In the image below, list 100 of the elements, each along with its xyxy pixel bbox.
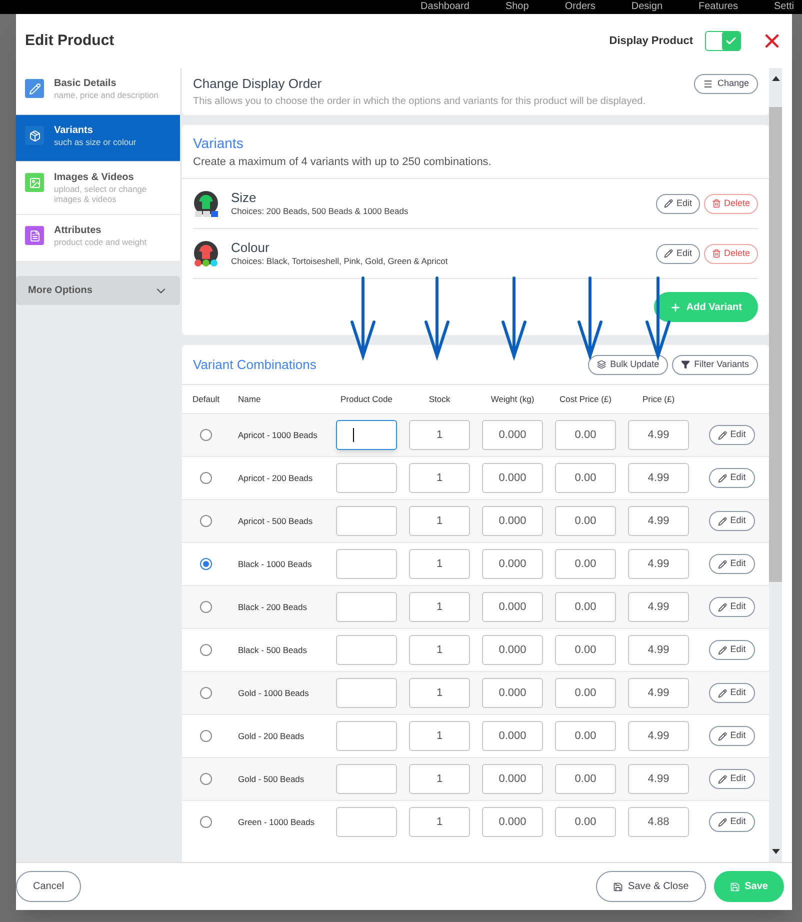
input-field[interactable]: 4.99 [628, 764, 689, 794]
input-field[interactable]: 1 [409, 463, 470, 493]
input-field[interactable]: 1 [409, 549, 470, 579]
input-field[interactable]: 4.99 [628, 420, 689, 450]
input-field[interactable] [336, 549, 397, 579]
input-field[interactable]: 4.99 [628, 678, 689, 708]
input-field[interactable] [336, 764, 397, 794]
input-field[interactable]: 0.000 [482, 764, 543, 794]
column-header: Default [192, 392, 220, 406]
nav-item[interactable]: Features [698, 2, 738, 12]
default-radio[interactable] [200, 730, 212, 742]
variant-name-cell-text: Gold - 500 Beads [237, 772, 306, 786]
pencil-icon [664, 249, 674, 258]
input-field[interactable]: 0.00 [555, 592, 616, 622]
variant-name-cell-text: Gold - 200 Beads [237, 730, 306, 742]
input-field[interactable]: 1 [409, 420, 470, 450]
input-field[interactable]: 1 [409, 635, 470, 665]
layers-icon [597, 360, 606, 369]
edit-button[interactable]: Edit [709, 769, 755, 789]
input-field[interactable] [336, 635, 397, 665]
delete-button[interactable]: Delete [704, 244, 758, 264]
default-radio[interactable] [200, 558, 212, 570]
edit-button[interactable]: Edit [709, 425, 755, 445]
delete-button[interactable]: Delete [704, 194, 758, 214]
input-field[interactable]: 0.000 [482, 592, 543, 622]
input-field[interactable]: 0.00 [555, 506, 616, 536]
default-radio[interactable] [200, 644, 212, 656]
input-field[interactable]: 0.000 [482, 635, 543, 665]
input-field[interactable]: 0.00 [555, 635, 616, 665]
default-radio[interactable] [200, 773, 212, 785]
default-radio[interactable] [200, 429, 212, 441]
edit-button[interactable]: Edit [709, 511, 755, 531]
edit-button[interactable]: Edit [709, 554, 755, 574]
input-field[interactable] [336, 463, 397, 493]
input-field[interactable]: 0.000 [482, 721, 543, 751]
pencil-icon [718, 560, 728, 568]
input-field[interactable]: 0.00 [555, 463, 616, 493]
input-field[interactable]: 0.00 [555, 420, 616, 450]
input-field[interactable] [336, 807, 397, 837]
input-field[interactable]: 4.99 [628, 549, 689, 579]
nav-item[interactable]: Design [631, 2, 663, 12]
variant-name-cell-text: Black - 1000 Beads [237, 558, 313, 570]
input-field[interactable]: 1 [409, 721, 470, 751]
edit-button[interactable]: Edit [656, 244, 700, 264]
section-title: Variant Combinations [193, 356, 316, 374]
input-field[interactable]: 1 [409, 678, 470, 708]
input-field[interactable] [336, 506, 397, 536]
edit-button[interactable]: Edit [709, 812, 755, 832]
default-radio[interactable] [200, 687, 212, 699]
nav-item[interactable]: Shop [505, 2, 529, 12]
nav-item[interactable]: Dashboard [420, 2, 470, 12]
default-radio[interactable] [200, 601, 212, 613]
input-field[interactable]: 0.00 [555, 721, 616, 751]
input-field[interactable]: 0.00 [555, 549, 616, 579]
edit-button[interactable]: Edit [709, 726, 755, 746]
input-field[interactable]: 4.88 [628, 807, 689, 837]
nav-item[interactable]: Orders [564, 2, 596, 12]
edit-button[interactable]: Edit [709, 468, 755, 488]
item-subtitle: name, price and description [54, 90, 158, 100]
input-field[interactable]: 1 [409, 764, 470, 794]
input-field[interactable]: 0.000 [482, 506, 543, 536]
input-field[interactable]: 0.000 [482, 807, 543, 837]
input-field[interactable]: 1 [409, 506, 470, 536]
input-field[interactable]: 4.99 [628, 463, 689, 493]
input-field[interactable]: 0.000 [482, 420, 543, 450]
sidebar-item[interactable]: Basic Details name, price and description [16, 68, 180, 115]
scrollbar[interactable] [769, 68, 782, 862]
input-field[interactable] [336, 721, 397, 751]
default-radio[interactable] [200, 472, 212, 484]
edit-button[interactable]: Edit [709, 683, 755, 703]
input-field[interactable]: 0.00 [555, 764, 616, 794]
nav-item[interactable]: Setti [774, 2, 794, 12]
display-toggle[interactable] [705, 31, 741, 51]
input-field[interactable]: 0.000 [482, 463, 543, 493]
sidebar-item[interactable]: Variants such as size or colour [16, 115, 180, 162]
cancel-button[interactable]: Cancel [16, 871, 82, 902]
input-field[interactable]: 1 [409, 592, 470, 622]
input-field[interactable]: 0.00 [555, 807, 616, 837]
default-radio[interactable] [200, 816, 212, 828]
edit-button[interactable]: Edit [709, 597, 755, 617]
input-field[interactable]: 1 [409, 807, 470, 837]
change-button[interactable]: Change [694, 74, 758, 94]
edit-button[interactable]: Edit [709, 640, 755, 660]
input-field[interactable] [336, 678, 397, 708]
input-field[interactable]: 4.99 [628, 592, 689, 622]
bulk-update-button[interactable]: Bulk Update [588, 354, 668, 374]
input-field[interactable]: 0.00 [555, 678, 616, 708]
input-field[interactable]: 4.99 [628, 635, 689, 665]
input-field[interactable] [336, 420, 397, 450]
input-field[interactable]: 4.99 [628, 506, 689, 536]
edit-button[interactable]: Edit [656, 194, 700, 214]
input-field[interactable] [336, 592, 397, 622]
default-radio[interactable] [200, 515, 212, 527]
filter-variants-button[interactable]: Filter Variants [672, 354, 758, 374]
input-field[interactable]: 4.99 [628, 721, 689, 751]
more-options-button[interactable]: More Options [16, 276, 180, 305]
input-field[interactable]: 0.000 [482, 549, 543, 579]
input-field[interactable]: 0.000 [482, 678, 543, 708]
save-close-button[interactable]: Save & Close [596, 871, 706, 902]
item-subtitle: product code and weight [54, 237, 147, 247]
